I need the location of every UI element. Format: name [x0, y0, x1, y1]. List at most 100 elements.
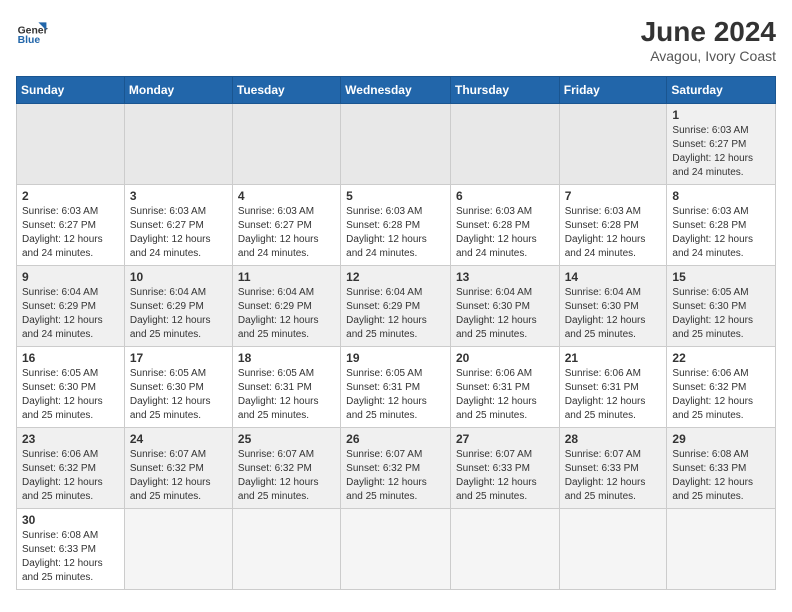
day-info: Sunrise: 6:03 AM Sunset: 6:27 PM Dayligh… — [130, 205, 227, 261]
day-number: 15 — [672, 270, 770, 284]
calendar-day-cell: 6Sunrise: 6:03 AM Sunset: 6:28 PM Daylig… — [450, 185, 559, 266]
day-info: Sunrise: 6:07 AM Sunset: 6:32 PM Dayligh… — [130, 448, 227, 504]
day-info: Sunrise: 6:04 AM Sunset: 6:29 PM Dayligh… — [346, 286, 445, 342]
calendar-day-cell: 18 Sunrise: 6:05 AM Sunset: 6:31 PM Dayli… — [232, 347, 340, 428]
day-number: 2 — [22, 189, 119, 203]
day-number: 23 — [22, 432, 119, 446]
day-info: Sunrise: 6:03 AM Sunset: 6:28 PM Dayligh… — [672, 205, 770, 261]
day-info: Sunrise: 6:04 AM Sunset: 6:29 PM Dayligh… — [130, 286, 227, 342]
calendar-day-cell: 4 Sunrise: 6:03 AM Sunset: 6:27 PM Daylig… — [232, 185, 340, 266]
day-number: 4 — [238, 189, 335, 203]
calendar-day-cell — [667, 509, 776, 590]
day-number: 19 — [346, 351, 445, 365]
calendar-day-cell: 23 Sunrise: 6:06 AM Sunset: 6:32 PM Dayli… — [17, 428, 125, 509]
calendar-header-tuesday: Tuesday — [232, 77, 340, 104]
day-number: 17 — [130, 351, 227, 365]
day-number: 14 — [565, 270, 662, 284]
day-info: Sunrise: 6:05 AM Sunset: 6:30 PM Dayligh… — [672, 286, 770, 342]
day-number: 20 — [456, 351, 554, 365]
day-info: Sunrise: 6:05 AM Sunset: 6:31 PM Dayligh… — [238, 367, 335, 423]
calendar-day-cell: 11Sunrise: 6:04 AM Sunset: 6:29 PM Dayli… — [232, 266, 340, 347]
calendar-header-wednesday: Wednesday — [341, 77, 451, 104]
day-number: 16 — [22, 351, 119, 365]
day-info: Sunrise: 6:06 AM Sunset: 6:32 PM Dayligh… — [22, 448, 119, 504]
day-number: 30 — [22, 513, 119, 527]
calendar-table: SundayMondayTuesdayWednesdayThursdayFrid… — [16, 76, 776, 590]
day-number: 25 — [238, 432, 335, 446]
calendar-day-cell: 20 Sunrise: 6:06 AM Sunset: 6:31 PM Dayli… — [450, 347, 559, 428]
day-info: Sunrise: 6:07 AM Sunset: 6:33 PM Dayligh… — [565, 448, 662, 504]
calendar-week-row: 30Sunrise: 6:08 AM Sunset: 6:33 PM Dayli… — [17, 509, 776, 590]
calendar-day-cell: 10 Sunrise: 6:04 AM Sunset: 6:29 PM Dayli… — [124, 266, 232, 347]
svg-text:Blue: Blue — [18, 35, 41, 46]
calendar-week-row: 23 Sunrise: 6:06 AM Sunset: 6:32 PM Dayli… — [17, 428, 776, 509]
day-info: Sunrise: 6:07 AM Sunset: 6:32 PM Dayligh… — [238, 448, 335, 504]
day-info: Sunrise: 6:05 AM Sunset: 6:30 PM Dayligh… — [22, 367, 119, 423]
calendar-day-cell: 3 Sunrise: 6:03 AM Sunset: 6:27 PM Daylig… — [124, 185, 232, 266]
calendar-day-cell: 30Sunrise: 6:08 AM Sunset: 6:33 PM Dayli… — [17, 509, 125, 590]
calendar-day-cell — [17, 104, 125, 185]
calendar-day-cell — [559, 509, 667, 590]
calendar-day-cell — [124, 104, 232, 185]
day-info: Sunrise: 6:03 AM Sunset: 6:27 PM Dayligh… — [22, 205, 119, 261]
calendar-header-saturday: Saturday — [667, 77, 776, 104]
calendar-day-cell: 16 Sunrise: 6:05 AM Sunset: 6:30 PM Dayli… — [17, 347, 125, 428]
day-number: 18 — [238, 351, 335, 365]
calendar-day-cell — [232, 104, 340, 185]
calendar-header-thursday: Thursday — [450, 77, 559, 104]
day-info: Sunrise: 6:05 AM Sunset: 6:30 PM Dayligh… — [130, 367, 227, 423]
day-number: 9 — [22, 270, 119, 284]
calendar-header-monday: Monday — [124, 77, 232, 104]
calendar-day-cell — [232, 509, 340, 590]
generalblue-logo-icon: General Blue — [16, 16, 48, 48]
day-number: 22 — [672, 351, 770, 365]
calendar-day-cell: 13Sunrise: 6:04 AM Sunset: 6:30 PM Dayli… — [450, 266, 559, 347]
day-info: Sunrise: 6:08 AM Sunset: 6:33 PM Dayligh… — [672, 448, 770, 504]
calendar-day-cell — [450, 104, 559, 185]
day-number: 3 — [130, 189, 227, 203]
day-number: 8 — [672, 189, 770, 203]
day-info: Sunrise: 6:03 AM Sunset: 6:27 PM Dayligh… — [238, 205, 335, 261]
day-number: 1 — [672, 108, 770, 122]
day-info: Sunrise: 6:07 AM Sunset: 6:33 PM Dayligh… — [456, 448, 554, 504]
day-info: Sunrise: 6:05 AM Sunset: 6:31 PM Dayligh… — [346, 367, 445, 423]
calendar-day-cell: 26Sunrise: 6:07 AM Sunset: 6:32 PM Dayli… — [341, 428, 451, 509]
calendar-day-cell: 25 Sunrise: 6:07 AM Sunset: 6:32 PM Dayli… — [232, 428, 340, 509]
day-info: Sunrise: 6:04 AM Sunset: 6:29 PM Dayligh… — [22, 286, 119, 342]
day-number: 11 — [238, 270, 335, 284]
calendar-day-cell: 2 Sunrise: 6:03 AM Sunset: 6:27 PM Daylig… — [17, 185, 125, 266]
calendar-day-cell: 9 Sunrise: 6:04 AM Sunset: 6:29 PM Daylig… — [17, 266, 125, 347]
day-number: 21 — [565, 351, 662, 365]
calendar-day-cell: 12 Sunrise: 6:04 AM Sunset: 6:29 PM Dayli… — [341, 266, 451, 347]
day-number: 26 — [346, 432, 445, 446]
calendar-day-cell — [341, 509, 451, 590]
logo: General Blue — [16, 16, 48, 48]
day-number: 13 — [456, 270, 554, 284]
header: General Blue June 2024 Avagou, Ivory Coa… — [16, 16, 776, 64]
day-number: 12 — [346, 270, 445, 284]
day-number: 10 — [130, 270, 227, 284]
day-info: Sunrise: 6:03 AM Sunset: 6:28 PM Dayligh… — [346, 205, 445, 261]
calendar-week-row: 9 Sunrise: 6:04 AM Sunset: 6:29 PM Daylig… — [17, 266, 776, 347]
day-info: Sunrise: 6:03 AM Sunset: 6:28 PM Dayligh… — [456, 205, 554, 261]
calendar-header-sunday: Sunday — [17, 77, 125, 104]
day-info: Sunrise: 6:06 AM Sunset: 6:32 PM Dayligh… — [672, 367, 770, 423]
calendar-day-cell: 22 Sunrise: 6:06 AM Sunset: 6:32 PM Dayli… — [667, 347, 776, 428]
day-info: Sunrise: 6:04 AM Sunset: 6:30 PM Dayligh… — [565, 286, 662, 342]
calendar-day-cell: 28 Sunrise: 6:07 AM Sunset: 6:33 PM Dayli… — [559, 428, 667, 509]
day-info: Sunrise: 6:06 AM Sunset: 6:31 PM Dayligh… — [456, 367, 554, 423]
calendar-day-cell: 8 Sunrise: 6:03 AM Sunset: 6:28 PM Daylig… — [667, 185, 776, 266]
calendar-day-cell: 24Sunrise: 6:07 AM Sunset: 6:32 PM Dayli… — [124, 428, 232, 509]
day-info: Sunrise: 6:03 AM Sunset: 6:27 PM Dayligh… — [672, 124, 770, 180]
calendar-day-cell — [450, 509, 559, 590]
calendar-day-cell — [559, 104, 667, 185]
calendar-title: June 2024 — [641, 16, 776, 48]
day-number: 29 — [672, 432, 770, 446]
day-number: 28 — [565, 432, 662, 446]
calendar-day-cell — [341, 104, 451, 185]
calendar-week-row: 2 Sunrise: 6:03 AM Sunset: 6:27 PM Daylig… — [17, 185, 776, 266]
calendar-day-cell: 7Sunrise: 6:03 AM Sunset: 6:28 PM Daylig… — [559, 185, 667, 266]
title-area: June 2024 Avagou, Ivory Coast — [641, 16, 776, 64]
calendar-location: Avagou, Ivory Coast — [641, 48, 776, 64]
calendar-day-cell: 5Sunrise: 6:03 AM Sunset: 6:28 PM Daylig… — [341, 185, 451, 266]
